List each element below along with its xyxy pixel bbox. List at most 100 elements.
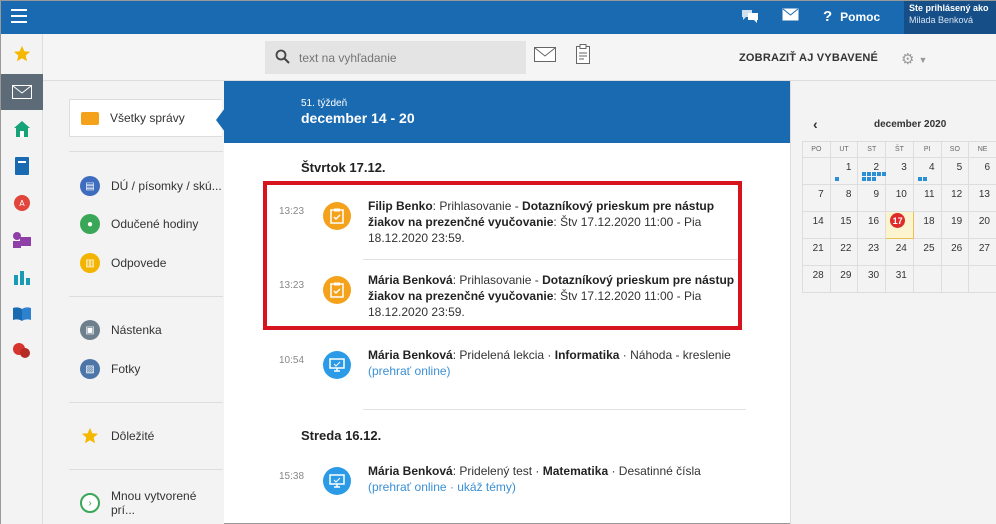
calendar-day[interactable]: 7 bbox=[802, 184, 831, 212]
mail-icon[interactable] bbox=[782, 8, 799, 25]
new-message-icon[interactable] bbox=[534, 47, 556, 65]
settings-dropdown[interactable]: ⚙ ▼ bbox=[901, 50, 927, 68]
nav-photos[interactable]: ▨ Fotky bbox=[69, 352, 222, 386]
calendar-day[interactable]: 13 bbox=[968, 184, 996, 212]
calendar-day[interactable]: 21 bbox=[802, 238, 831, 266]
weekday-header: SO bbox=[940, 141, 970, 158]
divider bbox=[69, 469, 223, 470]
help-link[interactable]: ? Pomoc bbox=[823, 8, 880, 25]
calendar-day[interactable]: 8 bbox=[829, 184, 859, 212]
calendar-day[interactable]: 17 bbox=[885, 211, 914, 239]
weekday-header: ŠT bbox=[885, 141, 914, 158]
nav-homework[interactable]: ▤ DÚ / písomky / skú... bbox=[69, 169, 222, 203]
event-indicator bbox=[862, 172, 888, 181]
menu-icon[interactable] bbox=[11, 9, 27, 25]
open-book-icon bbox=[13, 307, 31, 321]
event-dot bbox=[834, 177, 839, 181]
nav-answers[interactable]: ▥ Odpovede bbox=[69, 246, 222, 280]
calendar-day[interactable]: 25 bbox=[912, 238, 942, 266]
day-number: 12 bbox=[951, 189, 963, 200]
weekday-header: PI bbox=[912, 141, 942, 158]
day-number: 20 bbox=[978, 216, 990, 227]
calendar-day[interactable]: 6 bbox=[968, 157, 996, 185]
today-marker: 17 bbox=[890, 213, 906, 228]
day-number: 6 bbox=[984, 162, 990, 173]
show-done-button[interactable]: ZOBRAZIŤ AJ VYBAVENÉ bbox=[739, 52, 878, 64]
rail-statistics[interactable] bbox=[1, 259, 43, 295]
nav-created-by-me[interactable]: › Mnou vytvorené prí... bbox=[69, 486, 222, 520]
calendar-day[interactable]: 10 bbox=[885, 184, 914, 212]
event-dot bbox=[872, 177, 877, 181]
search-input[interactable] bbox=[299, 41, 519, 74]
calendar-day[interactable]: 23 bbox=[857, 238, 887, 266]
book-icon bbox=[15, 157, 29, 175]
calendar-day[interactable]: 2 bbox=[857, 157, 888, 185]
clipboard-icon[interactable] bbox=[576, 44, 590, 67]
nav-taught-lessons[interactable]: ● Odučené hodiny bbox=[69, 207, 222, 241]
calendar-empty-cell bbox=[802, 157, 831, 185]
calendar-day[interactable]: 18 bbox=[912, 211, 942, 239]
nav-important[interactable]: Dôležité bbox=[69, 419, 222, 453]
user-name: Milada Benková bbox=[909, 15, 974, 25]
play-online-link[interactable]: (prehrať online bbox=[368, 480, 447, 494]
event-dot bbox=[862, 172, 867, 176]
calendar-day[interactable]: 9 bbox=[857, 184, 887, 212]
calendar-day[interactable]: 22 bbox=[829, 238, 859, 266]
calendar-day[interactable]: 29 bbox=[829, 265, 859, 293]
chat-icon[interactable] bbox=[741, 8, 759, 28]
calendar-week: 28 29 30 31 bbox=[802, 265, 996, 293]
rail-messages[interactable] bbox=[1, 74, 43, 110]
icon-rail: A bbox=[1, 34, 43, 524]
calendar-empty-cell bbox=[940, 265, 970, 293]
calendar-day[interactable]: 11 bbox=[912, 184, 942, 212]
calendar-day[interactable]: 20 bbox=[968, 211, 996, 239]
calendar-empty-cell bbox=[912, 265, 942, 293]
rail-grades[interactable]: A bbox=[1, 185, 43, 221]
calendar-day[interactable]: 26 bbox=[940, 238, 970, 266]
calendar-grid: PO UT ST ŠT PI SO NE 1 2 3 4 5 6 7 8 9 10 11 12 13 14… bbox=[802, 141, 996, 293]
nav-all-messages[interactable]: Všetky správy bbox=[69, 99, 222, 137]
play-online-link[interactable]: (prehrať online) bbox=[368, 364, 451, 378]
calendar-day[interactable]: 4 bbox=[912, 157, 942, 185]
day-number: 26 bbox=[951, 243, 963, 254]
rail-library[interactable] bbox=[1, 296, 43, 332]
calendar-day[interactable]: 5 bbox=[940, 157, 970, 185]
highlight-frame bbox=[263, 181, 742, 330]
event-dot bbox=[877, 172, 882, 176]
event-dot bbox=[917, 177, 922, 181]
calendar-day[interactable]: 12 bbox=[940, 184, 970, 212]
calendar-day[interactable]: 31 bbox=[885, 265, 914, 293]
calendar-day[interactable]: 3 bbox=[885, 157, 914, 185]
day-number: 11 bbox=[924, 189, 935, 200]
calendar-day[interactable]: 16 bbox=[857, 211, 887, 239]
day-number: 7 bbox=[818, 189, 824, 200]
search-box[interactable] bbox=[265, 41, 526, 74]
calendar-day[interactable]: 19 bbox=[940, 211, 970, 239]
calendar-day[interactable]: 1 bbox=[829, 157, 859, 185]
day-number: 19 bbox=[951, 216, 963, 227]
show-topics-link[interactable]: ukáž témy) bbox=[457, 480, 516, 494]
rail-home[interactable] bbox=[1, 111, 43, 147]
link-separator: · bbox=[446, 480, 458, 494]
calendar-week: 7 8 9 10 11 12 13 bbox=[802, 184, 996, 212]
rail-homework[interactable] bbox=[1, 148, 43, 184]
star-icon bbox=[80, 426, 100, 446]
toolbar: ZOBRAZIŤ AJ VYBAVENÉ ⚙▼ bbox=[43, 34, 996, 81]
day-number: 22 bbox=[840, 243, 852, 254]
nav-board[interactable]: ▣ Nástenka bbox=[69, 313, 222, 347]
calendar-day[interactable]: 28 bbox=[802, 265, 831, 293]
day-number: 5 bbox=[956, 162, 963, 173]
rail-favorites[interactable] bbox=[1, 36, 43, 72]
active-pointer bbox=[216, 108, 225, 132]
nav-label: Fotky bbox=[111, 362, 141, 376]
calendar-day[interactable]: 14 bbox=[802, 211, 831, 239]
calendar-empty-cell bbox=[968, 265, 996, 293]
rail-attendance[interactable] bbox=[1, 222, 43, 258]
login-box[interactable]: Ste prihlásený ako Milada Benková bbox=[904, 1, 996, 34]
calendar-day[interactable]: 24 bbox=[885, 238, 914, 266]
chevron-left-icon[interactable]: ‹ bbox=[813, 116, 818, 132]
rail-discussion[interactable] bbox=[1, 333, 43, 369]
calendar-day[interactable]: 27 bbox=[968, 238, 996, 266]
calendar-day[interactable]: 30 bbox=[857, 265, 887, 293]
calendar-day[interactable]: 15 bbox=[829, 211, 859, 239]
